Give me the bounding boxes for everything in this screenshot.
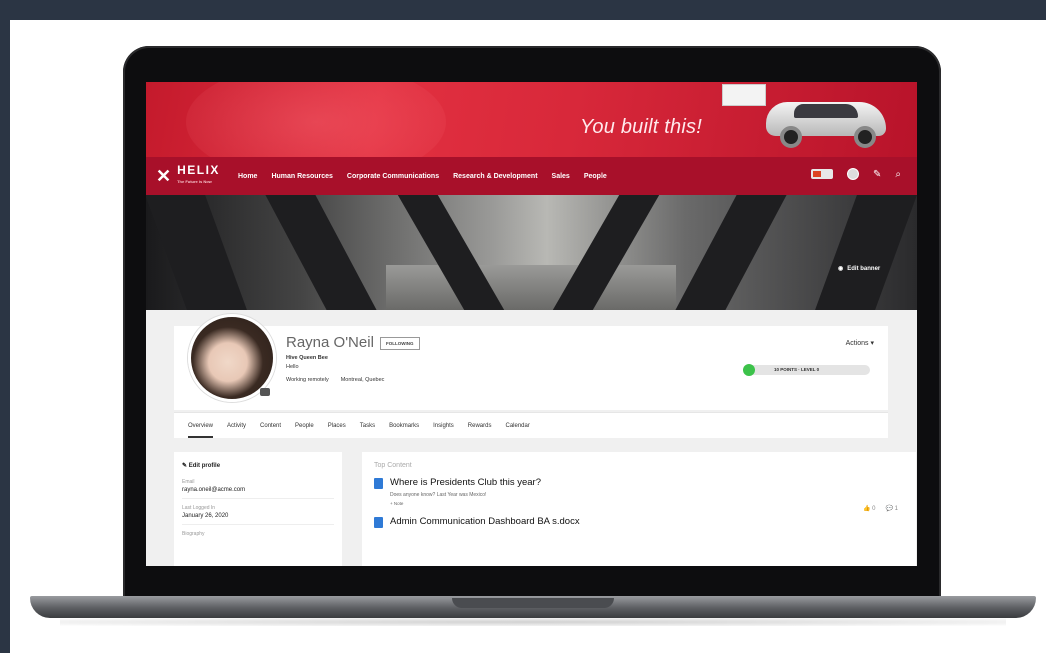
- laptop-screen: You built this! ✕ HELIX The Future is No…: [146, 82, 917, 566]
- tab-insights[interactable]: Insights: [433, 423, 454, 429]
- edit-banner-label: Edit banner: [847, 265, 881, 272]
- camera-icon[interactable]: [260, 388, 270, 396]
- top-banner: You built this!: [146, 82, 917, 157]
- user-avatar[interactable]: [847, 168, 859, 180]
- camera-icon: ◉: [838, 266, 844, 272]
- cover-photo: ◉ Edit banner: [146, 195, 917, 310]
- last-logged-value: January 26, 2020: [182, 513, 334, 525]
- profile-tabs: Overview Activity Content People Places …: [174, 412, 888, 438]
- like-count[interactable]: 👍 0: [863, 505, 876, 512]
- tab-bookmarks[interactable]: Bookmarks: [389, 423, 419, 429]
- biography-label: Biography: [182, 531, 205, 537]
- list-item[interactable]: Admin Communication Dashboard BA s.docx: [374, 516, 904, 528]
- item-title[interactable]: Where is Presidents Club this year?: [390, 477, 904, 488]
- comment-count[interactable]: 💬 1: [886, 505, 899, 512]
- pencil-icon: ✎: [182, 463, 189, 469]
- email-label: Email: [182, 479, 195, 485]
- nav-actions: ✎ ⌕: [811, 168, 901, 180]
- tab-content[interactable]: Content: [260, 423, 281, 429]
- edit-profile-link[interactable]: ✎ Edit profile: [182, 462, 334, 469]
- nav-item-home[interactable]: Home: [238, 173, 257, 180]
- nav-item-research-development[interactable]: Research & Development: [453, 173, 537, 180]
- edit-banner-button[interactable]: ◉ Edit banner: [838, 265, 881, 273]
- car-window: [794, 104, 858, 118]
- actions-label: Actions: [845, 340, 869, 347]
- cover-beam: [675, 195, 787, 310]
- comment-icon: 💬: [885, 506, 893, 512]
- like-icon: 👍: [863, 506, 871, 512]
- following-button[interactable]: FOLLOWING: [380, 337, 420, 350]
- nav-item-human-resources[interactable]: Human Resources: [271, 173, 332, 180]
- pencil-icon[interactable]: ✎: [873, 169, 881, 180]
- laptop-shadow: [60, 618, 1006, 626]
- car-wheel: [854, 126, 876, 148]
- profile-sidebar: ✎ Edit profile Email rayna.oneil@acme.co…: [174, 452, 342, 566]
- list-item[interactable]: Where is Presidents Club this year? Does…: [374, 477, 904, 512]
- tab-overview[interactable]: Overview: [188, 423, 214, 438]
- status-text: Working remotely: [286, 377, 329, 383]
- item-more-link[interactable]: + Note: [390, 501, 904, 506]
- profile-meta: Working remotely Montreal, Quebec: [286, 377, 384, 383]
- tab-rewards[interactable]: Rewards: [468, 423, 492, 429]
- nav-item-corporate-communications[interactable]: Corporate Communications: [347, 173, 439, 180]
- profile-greeting: Hello: [286, 364, 299, 370]
- top-content-panel: Top Content Where is Presidents Club thi…: [362, 452, 916, 566]
- chevron-down-icon: ▾: [870, 340, 874, 347]
- item-stats: 👍 0 💬 1: [863, 505, 898, 512]
- last-logged-label: Last Logged In: [182, 505, 216, 511]
- cover-floor: [386, 265, 676, 310]
- banner-swirl: [186, 82, 446, 157]
- nav-item-people[interactable]: People: [584, 173, 607, 180]
- tab-activity[interactable]: Activity: [227, 423, 246, 429]
- nav-item-sales[interactable]: Sales: [552, 173, 570, 180]
- edit-profile-label: Edit profile: [188, 463, 221, 469]
- points-label: 10 POINTS · LEVEL 0: [774, 367, 820, 372]
- profile-name: Rayna O'Neil: [286, 334, 374, 351]
- tab-tasks[interactable]: Tasks: [360, 423, 375, 429]
- document-icon: [374, 517, 383, 528]
- email-value[interactable]: rayna.oneil@acme.com: [182, 487, 334, 499]
- discussion-icon: [374, 478, 383, 489]
- tab-people[interactable]: People: [295, 423, 314, 429]
- points-level-bar: 10 POINTS · LEVEL 0: [743, 364, 870, 376]
- tab-calendar[interactable]: Calendar: [505, 423, 529, 429]
- notifications-flag-icon[interactable]: [811, 169, 833, 179]
- top-content-header: Top Content: [374, 462, 412, 469]
- banner-slogan: You built this!: [580, 116, 702, 138]
- close-x-icon: ✕: [156, 165, 172, 186]
- profile-title: Hive Queen Bee: [286, 355, 328, 361]
- laptop-notch: [452, 598, 614, 608]
- nav-menu: Home Human Resources Corporate Communica…: [238, 173, 607, 180]
- item-snippet: Does anyone know? Last Year was Mexico!: [390, 492, 487, 498]
- cover-beam: [815, 195, 917, 310]
- profile-card: Rayna O'Neil FOLLOWING Hive Queen Bee He…: [174, 314, 888, 410]
- helix-logo[interactable]: ✕ HELIX The Future is Now: [156, 163, 238, 187]
- car-image: [722, 84, 886, 154]
- location-text: Montreal, Quebec: [340, 377, 385, 383]
- points-indicator-icon: [743, 364, 755, 376]
- cover-beam: [146, 195, 247, 310]
- top-nav: ✕ HELIX The Future is Now Home Human Res…: [146, 157, 917, 195]
- logo-tagline: The Future is Now: [177, 179, 212, 184]
- logo-text: HELIX: [177, 163, 220, 177]
- tab-places[interactable]: Places: [328, 423, 346, 429]
- cover-beam: [265, 195, 377, 310]
- car-logo-badge: [722, 84, 766, 106]
- actions-dropdown[interactable]: Actions ▾: [846, 339, 874, 347]
- item-title[interactable]: Admin Communication Dashboard BA s.docx: [390, 516, 904, 527]
- search-icon[interactable]: ⌕: [895, 169, 901, 180]
- car-wheel: [780, 126, 802, 148]
